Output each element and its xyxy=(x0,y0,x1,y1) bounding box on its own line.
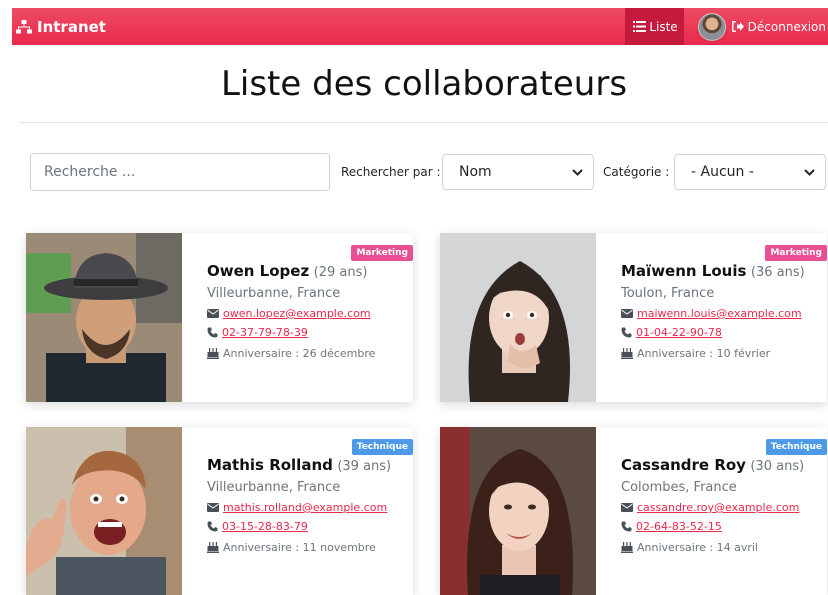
phone-icon xyxy=(621,327,632,338)
employee-photo xyxy=(26,427,182,595)
employee-age: (39 ans) xyxy=(337,459,392,474)
envelope-icon xyxy=(207,309,219,318)
search-by-label: Rechercher par : xyxy=(341,165,441,179)
phone-icon xyxy=(207,327,218,338)
brand-label: Intranet xyxy=(37,17,106,36)
phone-link[interactable]: 01-04-22-90-78 xyxy=(636,326,722,339)
employee-card: Marketing Owen Lopez (29 ans) Villeurban… xyxy=(26,233,413,402)
employee-birthday: Anniversaire : 14 avril xyxy=(637,541,758,554)
category-badge: Technique xyxy=(351,439,413,455)
birthday-cake-icon xyxy=(207,542,219,553)
employee-name: Maïwenn Louis xyxy=(621,262,747,280)
email-link[interactable]: mathis.rolland@example.com xyxy=(223,501,387,514)
search-placeholder: Recherche ... xyxy=(44,164,136,180)
birthday-cake-icon xyxy=(207,348,219,359)
employee-age: (36 ans) xyxy=(750,265,805,280)
search-input[interactable]: Recherche ... xyxy=(30,153,330,191)
employee-name: Cassandre Roy xyxy=(621,456,746,474)
title-divider xyxy=(20,122,828,123)
phone-link[interactable]: 02-37-79-78-39 xyxy=(222,326,308,339)
top-navbar: Intranet Liste Déconnexion xyxy=(12,8,828,45)
email-link[interactable]: owen.lopez@example.com xyxy=(223,307,371,320)
employee-birthday: Anniversaire : 10 février xyxy=(637,347,771,360)
employee-card: Marketing Maïwenn Louis (36 ans) Toulon,… xyxy=(440,233,827,402)
sitemap-icon xyxy=(16,19,32,33)
email-link[interactable]: maiwenn.louis@example.com xyxy=(637,307,802,320)
employee-city: Villeurbanne, France xyxy=(207,286,341,301)
employee-city: Villeurbanne, France xyxy=(207,480,341,495)
logout-link[interactable]: Déconnexion xyxy=(731,19,826,34)
employee-photo xyxy=(440,233,596,402)
chevron-down-icon xyxy=(804,168,815,176)
phone-icon xyxy=(207,521,218,532)
category-badge: Technique xyxy=(765,439,827,455)
employee-card: Technique Cassandre Roy (30 ans) Colombe… xyxy=(440,427,827,595)
employee-birthday: Anniversaire : 26 décembre xyxy=(223,347,376,360)
search-by-value: Nom xyxy=(459,164,492,180)
chevron-down-icon xyxy=(572,168,583,176)
sign-out-icon xyxy=(731,21,744,32)
birthday-cake-icon xyxy=(621,348,633,359)
envelope-icon xyxy=(207,503,219,512)
nav-list-link[interactable]: Liste xyxy=(625,8,684,45)
employee-name: Owen Lopez xyxy=(207,262,310,280)
phone-link[interactable]: 03-15-28-83-79 xyxy=(222,520,308,533)
category-select[interactable]: - Aucun - xyxy=(674,154,826,190)
page-title: Liste des collaborateurs xyxy=(220,64,628,104)
brand-link[interactable]: Intranet xyxy=(16,18,106,36)
employee-age: (30 ans) xyxy=(750,459,805,474)
employee-birthday: Anniversaire : 11 novembre xyxy=(223,541,376,554)
employee-age: (29 ans) xyxy=(313,265,368,280)
employee-photo xyxy=(440,427,596,595)
birthday-cake-icon xyxy=(621,542,633,553)
employee-name: Mathis Rolland xyxy=(207,456,333,474)
category-label: Catégorie : xyxy=(603,165,670,179)
employee-city: Toulon, France xyxy=(621,286,715,301)
phone-icon xyxy=(621,521,632,532)
envelope-icon xyxy=(621,503,633,512)
phone-link[interactable]: 02-64-83-52-15 xyxy=(636,520,722,533)
logout-label: Déconnexion xyxy=(747,19,826,34)
user-avatar[interactable] xyxy=(697,12,726,41)
employee-card: Technique Mathis Rolland (39 ans) Villeu… xyxy=(26,427,413,595)
list-icon xyxy=(633,21,647,32)
employee-city: Colombes, France xyxy=(621,480,737,495)
category-value: - Aucun - xyxy=(691,164,754,180)
email-link[interactable]: cassandre.roy@example.com xyxy=(637,501,799,514)
employee-photo xyxy=(26,233,182,402)
category-badge: Marketing xyxy=(765,245,827,261)
envelope-icon xyxy=(621,309,633,318)
nav-list-label: Liste xyxy=(649,19,678,34)
category-badge: Marketing xyxy=(351,245,413,261)
search-by-select[interactable]: Nom xyxy=(442,154,594,190)
